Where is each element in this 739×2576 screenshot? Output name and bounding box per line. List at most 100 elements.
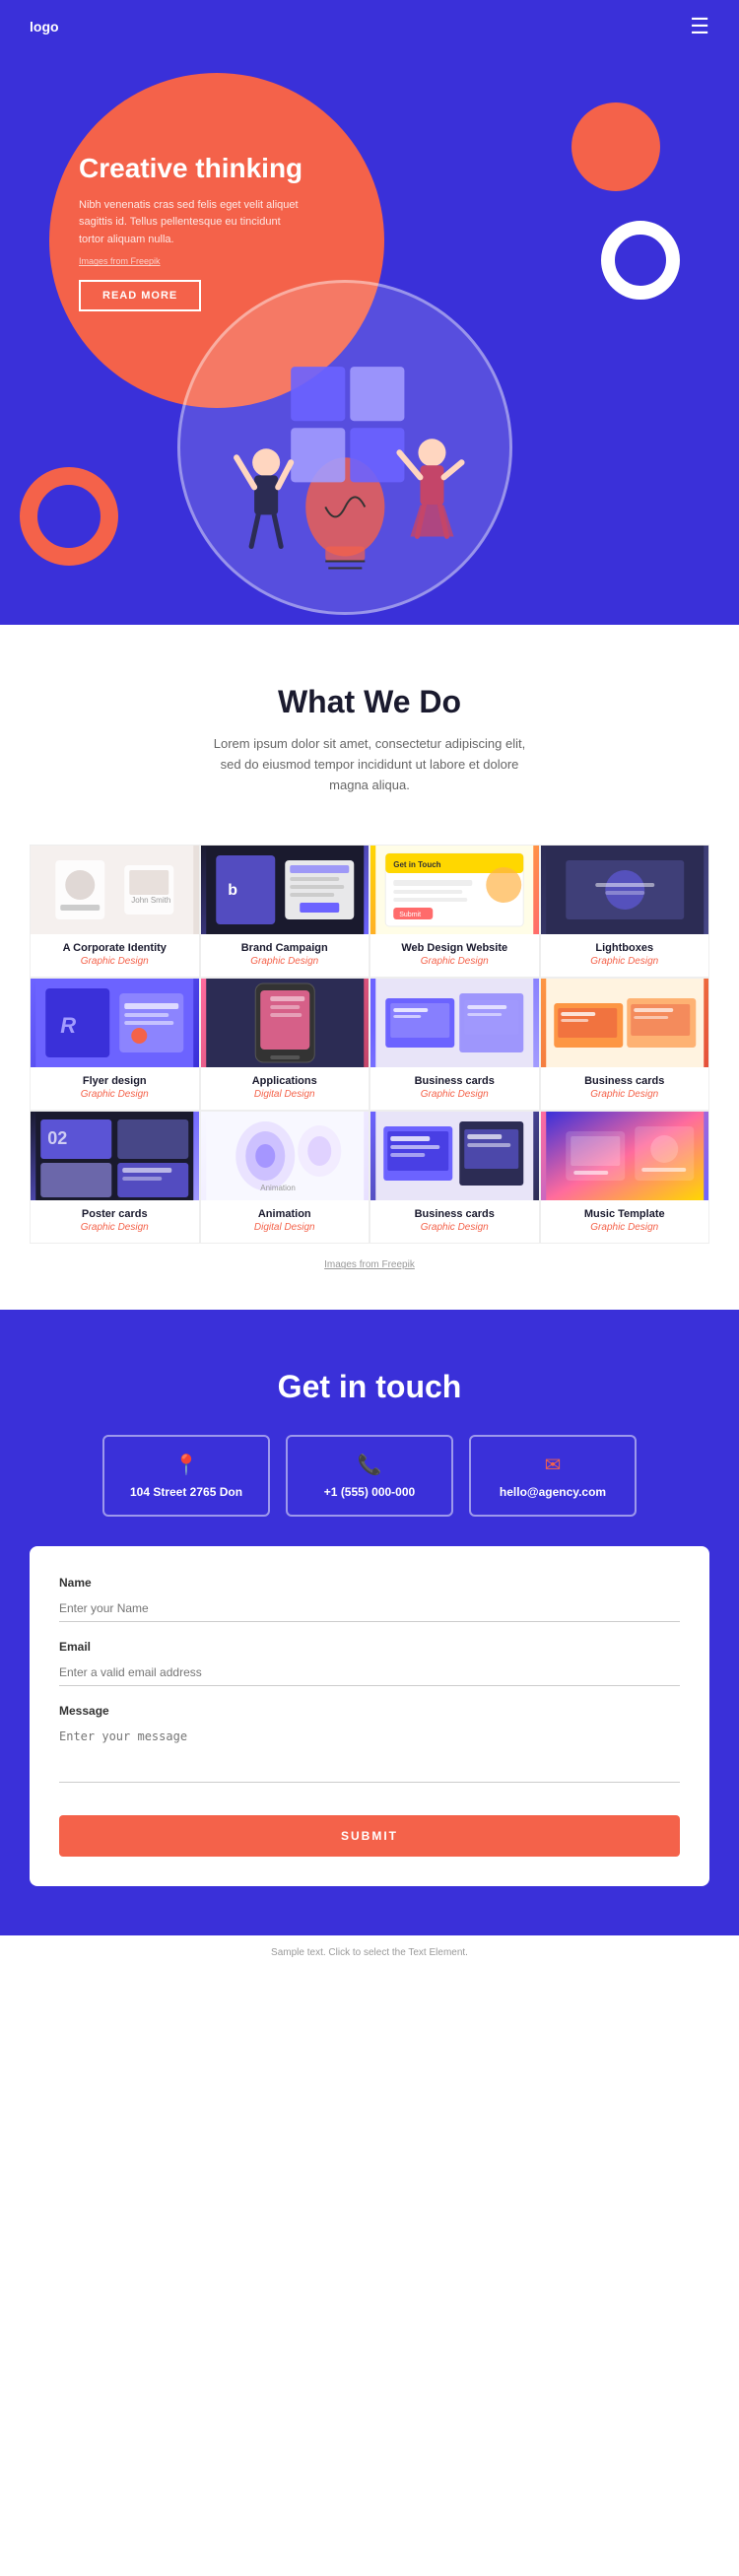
portfolio-info: Music Template Graphic Design xyxy=(541,1200,709,1243)
portfolio-info: Brand Campaign Graphic Design xyxy=(201,934,370,977)
hero-section: Creative thinking Nibh venenatis cras se… xyxy=(0,53,739,625)
contact-email-text: hello@agency.com xyxy=(500,1485,606,1499)
portfolio-thumb-3: Get in Touch Submit xyxy=(370,846,539,934)
svg-text:b: b xyxy=(228,882,237,899)
portfolio-thumb-8 xyxy=(541,979,709,1067)
portfolio-item-category: Graphic Design xyxy=(38,1222,191,1233)
portfolio-item-category: Graphic Design xyxy=(378,956,531,967)
svg-text:John Smith: John Smith xyxy=(131,896,170,905)
section-description: Lorem ipsum dolor sit amet, consectetur … xyxy=(202,734,537,795)
portfolio-info: Business cards Graphic Design xyxy=(541,1067,709,1110)
site-header: logo ☰ xyxy=(0,0,739,53)
email-icon: ✉ xyxy=(545,1453,562,1477)
portfolio-item-category: Digital Design xyxy=(209,1222,362,1233)
portfolio-info: Poster cards Graphic Design xyxy=(31,1200,199,1243)
message-group: Message xyxy=(59,1704,680,1788)
portfolio-item-name: Business cards xyxy=(549,1075,702,1087)
portfolio-thumb-10: Animation xyxy=(201,1112,370,1200)
svg-text:Get in Touch: Get in Touch xyxy=(393,860,440,869)
portfolio-item-name: Lightboxes xyxy=(549,942,702,954)
message-label: Message xyxy=(59,1704,680,1718)
svg-text:R: R xyxy=(60,1013,76,1038)
hero-illustration-circle xyxy=(177,280,512,615)
svg-text:Submit: Submit xyxy=(399,912,421,918)
portfolio-item-name: Applications xyxy=(209,1075,362,1087)
email-input[interactable] xyxy=(59,1660,680,1686)
portfolio-item-name: Animation xyxy=(209,1208,362,1220)
portfolio-thumb-6 xyxy=(201,979,370,1067)
portfolio-item[interactable]: Music Template Graphic Design xyxy=(540,1111,710,1244)
portfolio-item[interactable]: John Smith A Corporate Identity Graphic … xyxy=(30,845,200,978)
images-credit: Images from Freepik xyxy=(0,1259,739,1270)
contact-title: Get in touch xyxy=(30,1369,709,1405)
portfolio-item[interactable]: Get in Touch Submit Web Design Website G… xyxy=(370,845,540,978)
email-label: Email xyxy=(59,1640,680,1654)
portfolio-item-category: Graphic Design xyxy=(209,956,362,967)
footer-note: Sample text. Click to select the Text El… xyxy=(0,1935,739,1970)
email-group: Email xyxy=(59,1640,680,1686)
portfolio-item-name: Music Template xyxy=(549,1208,702,1220)
message-textarea[interactable] xyxy=(59,1724,680,1783)
portfolio-thumb-7 xyxy=(370,979,539,1067)
portfolio-info: Lightboxes Graphic Design xyxy=(541,934,709,977)
portfolio-item-name: Business cards xyxy=(378,1075,531,1087)
portfolio-info: A Corporate Identity Graphic Design xyxy=(31,934,199,977)
portfolio-item[interactable]: R Flyer design Graphic Design xyxy=(30,978,200,1111)
portfolio-item[interactable]: Animation Animation Digital Design xyxy=(200,1111,370,1244)
submit-button[interactable]: SUBMIT xyxy=(59,1815,680,1857)
read-more-button[interactable]: READ MORE xyxy=(79,280,201,311)
portfolio-info: Business cards Graphic Design xyxy=(370,1067,539,1110)
portfolio-item[interactable]: b Brand Campaign Graphic Design xyxy=(200,845,370,978)
portfolio-item-category: Graphic Design xyxy=(549,956,702,967)
portfolio-thumb-12 xyxy=(541,1112,709,1200)
portfolio-item[interactable]: Business cards Graphic Design xyxy=(370,1111,540,1244)
hero-content: Creative thinking Nibh venenatis cras se… xyxy=(79,152,305,311)
portfolio-item-name: Web Design Website xyxy=(378,942,531,954)
portfolio-thumb-11 xyxy=(370,1112,539,1200)
name-input[interactable] xyxy=(59,1595,680,1622)
hero-ring-bottom xyxy=(20,467,118,566)
hero-image-credit: Images from Freepik xyxy=(79,256,305,266)
puzzle-illustration xyxy=(197,309,494,586)
portfolio-thumb-2: b xyxy=(201,846,370,934)
hero-illustration xyxy=(197,300,494,596)
portfolio-item-name: Business cards xyxy=(378,1208,531,1220)
footer-note-text: Sample text. Click to select the Text El… xyxy=(271,1947,468,1958)
contact-card-email: ✉ hello@agency.com xyxy=(469,1435,637,1517)
contact-card-address: 📍 104 Street 2765 Don xyxy=(102,1435,270,1517)
portfolio-item-category: Graphic Design xyxy=(38,956,191,967)
svg-text:02: 02 xyxy=(47,1128,67,1148)
portfolio-item[interactable]: Lightboxes Graphic Design xyxy=(540,845,710,978)
portfolio-item-category: Graphic Design xyxy=(549,1222,702,1233)
portfolio-item-category: Graphic Design xyxy=(38,1089,191,1100)
portfolio-item[interactable]: Applications Digital Design xyxy=(200,978,370,1111)
portfolio-item-category: Graphic Design xyxy=(378,1089,531,1100)
contact-form: Name Email Message SUBMIT xyxy=(30,1546,709,1886)
contact-section: Get in touch 📍 104 Street 2765 Don 📞 +1 … xyxy=(0,1310,739,1935)
name-label: Name xyxy=(59,1576,680,1590)
contact-cards: 📍 104 Street 2765 Don 📞 +1 (555) 000-000… xyxy=(30,1435,709,1517)
portfolio-item-name: Flyer design xyxy=(38,1075,191,1087)
hero-title: Creative thinking xyxy=(79,152,305,185)
portfolio-info: Applications Digital Design xyxy=(201,1067,370,1110)
portfolio-thumb-4 xyxy=(541,846,709,934)
hero-ring-top xyxy=(601,221,680,300)
logo: logo xyxy=(30,19,59,34)
portfolio-item[interactable]: Business cards Graphic Design xyxy=(540,978,710,1111)
contact-address-text: 104 Street 2765 Don xyxy=(130,1485,242,1499)
hero-description: Nibh venenatis cras sed felis eget velit… xyxy=(79,197,305,249)
portfolio-thumb-9: 02 xyxy=(31,1112,199,1200)
portfolio-info: Animation Digital Design xyxy=(201,1200,370,1243)
portfolio-item[interactable]: 02 Poster cards Graphic Design xyxy=(30,1111,200,1244)
location-icon: 📍 xyxy=(174,1453,199,1477)
portfolio-item-name: A Corporate Identity xyxy=(38,942,191,954)
hamburger-menu[interactable]: ☰ xyxy=(690,14,709,39)
portfolio-info: Flyer design Graphic Design xyxy=(31,1067,199,1110)
portfolio-item[interactable]: Business cards Graphic Design xyxy=(370,978,540,1111)
portfolio-thumb-5: R xyxy=(31,979,199,1067)
contact-card-phone: 📞 +1 (555) 000-000 xyxy=(286,1435,453,1517)
hero-circle-small xyxy=(571,102,660,191)
name-group: Name xyxy=(59,1576,680,1622)
portfolio-item-category: Digital Design xyxy=(209,1089,362,1100)
portfolio-item-name: Poster cards xyxy=(38,1208,191,1220)
